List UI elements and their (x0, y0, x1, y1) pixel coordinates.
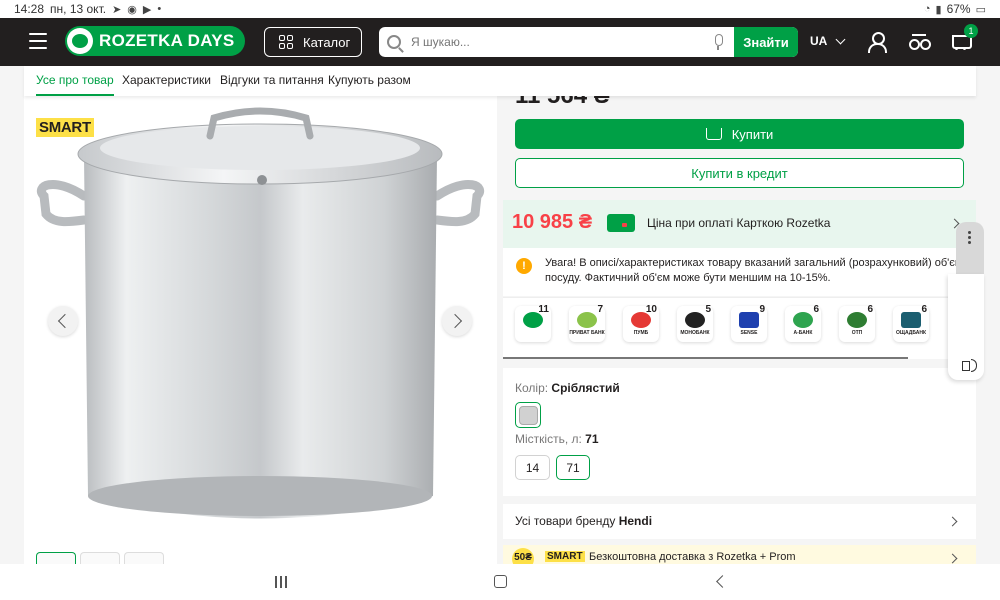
capacity-option-71[interactable]: 71 (556, 455, 590, 480)
gallery-prev-button[interactable] (48, 306, 78, 336)
bank-option[interactable]: 5 МОНОБАНК (677, 304, 713, 342)
gallery-next-button[interactable] (442, 306, 472, 336)
search-button[interactable]: Знайти (734, 27, 798, 57)
buy-on-credit-button[interactable]: Купити в кредит (515, 158, 964, 188)
catalog-grid-icon (279, 35, 293, 49)
capacity-option-label: Місткість, л: 71 (515, 432, 599, 446)
bank-option[interactable]: 10 ПУМБ (623, 304, 659, 342)
product-gallery: SMART (24, 96, 497, 564)
bank-option[interactable]: 9 SENSE (731, 304, 767, 342)
more-dot-icon: • (157, 3, 162, 15)
user-icon[interactable] (866, 31, 888, 53)
catalog-button[interactable]: Каталог (264, 27, 362, 57)
oschadbank-icon (901, 312, 921, 328)
notice-text: Увага! В описі/характеристиках товару вк… (545, 257, 963, 284)
edge-panel-handle[interactable] (956, 222, 984, 274)
monobank-icon (685, 312, 705, 328)
sense-bank-icon (739, 312, 759, 328)
card-price-value: 10 985 ₴ (512, 211, 593, 233)
bank-option[interactable]: 11 (515, 304, 551, 342)
free-delivery-banner[interactable]: 50₴ SMART Безкоштовна доставка з Rozetka… (503, 545, 976, 564)
tab-characteristics[interactable]: Характеристики (122, 73, 211, 87)
brand-name: Hendi (618, 514, 653, 528)
signal-icon: ▮ (935, 3, 942, 16)
chevron-right-icon (947, 553, 958, 564)
buy-label: Купити (731, 126, 774, 142)
volume-notice: ! Увага! В описі/характеристиках товару … (503, 248, 976, 296)
back-icon[interactable] (716, 575, 729, 588)
color-option-label: Колір: Сріблястий (515, 381, 620, 395)
installment-banks: 11 7 ПРИВАТ БАНК 10 ПУМБ 5 МОНОБАНК 9 SE… (503, 297, 976, 359)
gallery-thumbnail[interactable] (124, 552, 164, 564)
compare-icon[interactable] (908, 31, 931, 53)
status-bar: 14:28 пн, 13 окт. ➤ ◉ ▶ • ◔ ▮ 67% ▭ (0, 0, 1000, 18)
card-price-text: Ціна при оплаті Карткою Rozetka (647, 216, 831, 230)
bank-option[interactable]: 6 А-БАНК (785, 304, 821, 342)
color-value: Сріблястий (551, 381, 620, 395)
stock-pot-image[interactable] (24, 96, 497, 536)
microphone-icon[interactable] (713, 34, 723, 50)
search-icon (387, 35, 401, 49)
clock: 14:28 (14, 2, 45, 16)
search-input[interactable] (411, 35, 701, 49)
privatbank-icon (577, 312, 597, 328)
battery-level: 67% (946, 2, 971, 16)
banks-scrollbar[interactable] (503, 357, 908, 359)
bank-option[interactable]: 6 ОТП (839, 304, 875, 342)
youtube-icon: ▶ (142, 3, 152, 16)
tab-bought-together[interactable]: Купують разом (328, 73, 411, 87)
wifi-icon: ◔ (923, 3, 931, 15)
tab-all-about[interactable]: Усе про товар (36, 73, 114, 96)
a-bank-icon (793, 312, 813, 328)
brand-prefix: Усі товари бренду (515, 514, 616, 528)
more-vertical-icon (968, 231, 971, 234)
buy-button[interactable]: Купити (515, 119, 964, 149)
capacity-option-14[interactable]: 14 (515, 455, 550, 480)
catalog-label: Каталог (303, 34, 351, 50)
otp-bank-icon (847, 312, 867, 328)
cart-count-badge: 1 (964, 24, 978, 38)
language-selector[interactable]: UA (810, 34, 846, 48)
product-tabs: Усе про товар Характеристики Відгуки та … (24, 66, 976, 96)
capacity-value: 71 (585, 432, 599, 446)
recent-apps-icon[interactable] (275, 576, 287, 588)
notification-icon: ◉ (127, 3, 137, 16)
date: пн, 13 окт. (50, 2, 107, 16)
rozetka-card-price-row[interactable]: 10 985 ₴ Ціна при оплаті Карткою Rozetka (503, 200, 976, 248)
gallery-thumbnail[interactable] (80, 552, 120, 564)
brand-products-link[interactable]: Усі товари бренду Hendi (503, 504, 976, 539)
bank-option[interactable]: 6 ОЩАДБАНК (893, 304, 929, 342)
gallery-thumbnail[interactable] (36, 552, 76, 564)
delivery-50-badge: 50₴ (512, 548, 534, 564)
chevron-right-icon (947, 516, 958, 527)
volume-icon[interactable] (962, 358, 978, 372)
rozetka-smile-icon (67, 28, 93, 54)
warning-icon: ! (516, 258, 532, 274)
logo-text: ROZETKA DAYS (99, 31, 235, 50)
tab-reviews[interactable]: Відгуки та питання (220, 73, 324, 87)
telegram-icon: ➤ (112, 3, 122, 16)
color-swatch-silver[interactable] (515, 402, 541, 428)
product-options: Колір: Сріблястий Місткість, л: 71 14 71 (503, 368, 976, 496)
rozetka-logo[interactable]: ROZETKA DAYS (65, 26, 245, 56)
delivery-text: Безкоштовна доставка з Rozetka + Prom (589, 551, 796, 563)
chevron-down-icon (835, 34, 846, 44)
system-nav-bar (0, 564, 1000, 600)
language-label: UA (810, 34, 828, 48)
rozetka-card-icon (607, 214, 635, 232)
battery-icon: ▭ (975, 3, 986, 16)
menu-icon[interactable] (29, 33, 47, 49)
bank-option[interactable]: 7 ПРИВАТ БАНК (569, 304, 605, 342)
edge-panel (948, 274, 984, 380)
cart-icon (705, 128, 722, 140)
search-bar: Знайти (379, 27, 798, 57)
smart-logo: SMART (545, 551, 585, 562)
site-header: ROZETKA DAYS Каталог Знайти UA 1 (0, 18, 1000, 66)
home-icon[interactable] (494, 575, 507, 588)
